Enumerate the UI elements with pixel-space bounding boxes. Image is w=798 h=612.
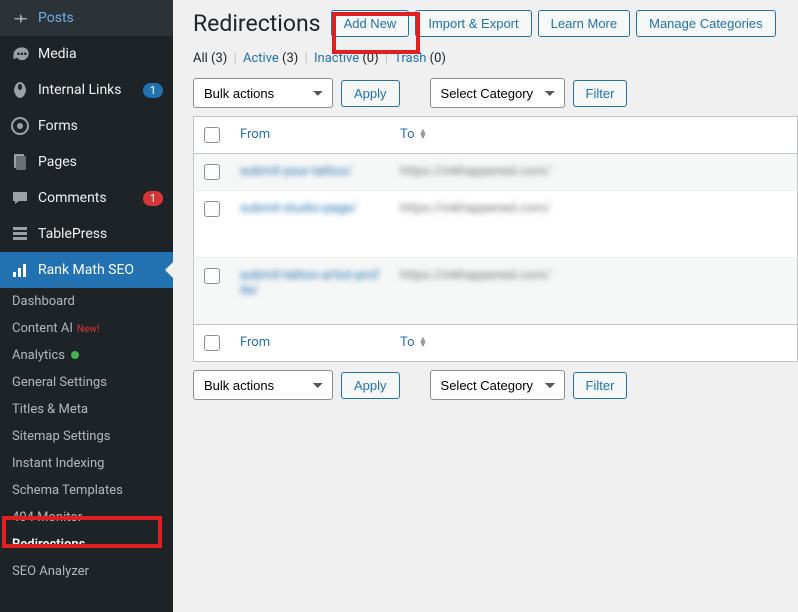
sidebar-item-posts[interactable]: Posts [0,0,173,36]
tab-all[interactable]: All (3) [193,51,227,66]
tab-active[interactable]: Active (3) [243,51,298,66]
select-category-select-bottom[interactable]: Select Category [430,370,565,400]
submenu-dashboard[interactable]: Dashboard [0,288,173,315]
status-dot-icon [71,351,79,359]
column-to[interactable]: To▲▼ [390,117,798,154]
column-from-footer[interactable]: From [230,325,390,362]
select-category-select[interactable]: Select Category [430,78,565,108]
sidebar-item-rankmath[interactable]: Rank Math SEO [0,252,173,288]
filter-button-bottom[interactable]: Filter [573,372,628,399]
apply-button[interactable]: Apply [341,80,400,107]
submenu-analytics[interactable]: Analytics [0,342,173,369]
table-row: submit-tattoo-artist-profile/ https://in… [194,258,798,325]
submenu-seo-analyzer[interactable]: SEO Analyzer [0,558,173,585]
select-all-checkbox[interactable] [204,127,220,143]
row-checkbox[interactable] [204,201,220,217]
tab-trash[interactable]: Trash (0) [394,51,446,66]
column-from[interactable]: From [230,117,390,154]
pages-icon [10,152,30,172]
import-export-button[interactable]: Import & Export [415,10,531,37]
top-actions: Bulk actions Apply Select Category Filte… [193,78,798,108]
bottom-actions: Bulk actions Apply Select Category Filte… [193,370,798,400]
row-checkbox[interactable] [204,268,220,284]
submenu-titles-meta[interactable]: Titles & Meta [0,396,173,423]
table-row: submit-studio-page/ https://inkhappened.… [194,191,798,258]
sidebar-item-comments[interactable]: Comments 1 [0,180,173,216]
row-checkbox[interactable] [204,164,220,180]
learn-more-button[interactable]: Learn More [538,10,630,37]
table-row: submit-your-tattoo/ https://inkhappened.… [194,154,798,191]
bulk-actions-select[interactable]: Bulk actions [193,78,333,108]
page-header: Redirections Add New Import & Export Lea… [193,10,798,37]
redirect-from[interactable]: submit-studio-page/ [240,201,357,216]
sidebar-item-internal-links[interactable]: Internal Links 1 [0,72,173,108]
sidebar-item-label: Pages [38,154,163,170]
comments-icon [10,188,30,208]
count-badge: 1 [143,191,163,206]
tablepress-icon [10,224,30,244]
manage-categories-button[interactable]: Manage Categories [636,10,775,37]
submenu-redirections[interactable]: Redirections [0,531,173,558]
sort-icon: ▲▼ [419,130,428,140]
redirect-from[interactable]: submit-your-tattoo/ [240,164,352,179]
submenu-404-monitor[interactable]: 404 Monitor [0,504,173,531]
filter-tabs: All (3) | Active (3) | Inactive (0) | Tr… [193,51,798,66]
media-icon [10,44,30,64]
bulk-actions-select-bottom[interactable]: Bulk actions [193,370,333,400]
redirect-to: https://inkhappened.com/ [400,164,551,179]
tab-inactive[interactable]: Inactive (0) [314,51,379,66]
add-new-button[interactable]: Add New [331,10,410,37]
column-to-footer[interactable]: To▲▼ [390,325,798,362]
count-badge: 1 [143,83,163,98]
internal-links-icon [10,80,30,100]
sidebar-item-label: TablePress [38,226,163,242]
sidebar-item-forms[interactable]: Forms [0,108,173,144]
submenu-general-settings[interactable]: General Settings [0,369,173,396]
sidebar-item-tablepress[interactable]: TablePress [0,216,173,252]
sort-icon: ▲▼ [419,338,428,348]
sidebar-item-label: Forms [38,118,163,134]
sidebar-item-media[interactable]: Media [0,36,173,72]
sidebar-item-label: Posts [38,10,163,26]
redirect-from[interactable]: submit-tattoo-artist-profile/ [240,268,379,298]
redirections-table: From To▲▼ submit-your-tattoo/ https://in… [193,116,798,362]
redirect-to: https://inkhappened.com/ [400,201,551,216]
main-content: Redirections Add New Import & Export Lea… [173,0,798,612]
select-all-checkbox-footer[interactable] [204,335,220,351]
submenu-content-ai[interactable]: Content AINew! [0,315,173,342]
sidebar-item-label: Rank Math SEO [38,262,163,278]
pin-icon [10,8,30,28]
page-title: Redirections [193,10,321,37]
new-tag: New! [77,324,100,335]
rankmath-icon [10,260,30,280]
sidebar-item-label: Media [38,46,163,62]
redirect-to: https://inkhappened.com/ [400,268,551,283]
filter-button[interactable]: Filter [573,80,628,107]
submenu-instant-indexing[interactable]: Instant Indexing [0,450,173,477]
admin-sidebar: Posts Media Internal Links 1 Forms Pages… [0,0,173,612]
apply-button-bottom[interactable]: Apply [341,372,400,399]
sidebar-item-label: Comments [38,190,137,206]
submenu-schema-templates[interactable]: Schema Templates [0,477,173,504]
sidebar-item-pages[interactable]: Pages [0,144,173,180]
forms-icon [10,116,30,136]
submenu-sitemap-settings[interactable]: Sitemap Settings [0,423,173,450]
sidebar-item-label: Internal Links [38,82,137,98]
